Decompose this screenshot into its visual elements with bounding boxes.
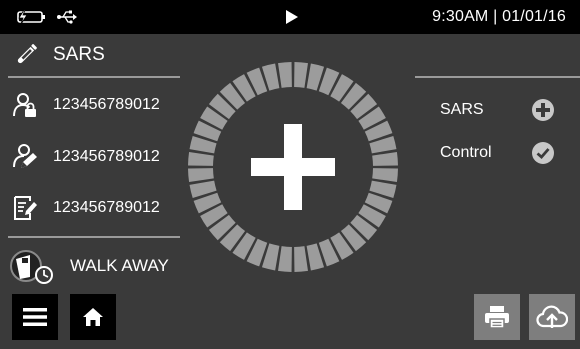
ring-segment bbox=[278, 62, 292, 88]
menu-icon bbox=[23, 308, 47, 326]
result-label-sars: SARS bbox=[440, 101, 484, 118]
cloud-upload-icon bbox=[536, 305, 568, 328]
home-icon bbox=[83, 308, 103, 326]
upload-button[interactable] bbox=[529, 294, 575, 340]
ring-segment bbox=[294, 246, 308, 272]
ring-segment bbox=[294, 62, 308, 88]
menu-button[interactable] bbox=[12, 294, 58, 340]
home-button[interactable] bbox=[70, 294, 116, 340]
valid-check-icon bbox=[532, 142, 554, 164]
ring-segment bbox=[188, 152, 214, 166]
ring-segment bbox=[372, 168, 398, 182]
plus-icon bbox=[251, 124, 335, 210]
print-button[interactable] bbox=[474, 294, 520, 340]
ring-segment bbox=[188, 168, 214, 182]
positive-plus-icon bbox=[532, 99, 554, 121]
result-label-control: Control bbox=[440, 144, 492, 161]
ring-segment bbox=[372, 152, 398, 166]
print-icon bbox=[485, 306, 509, 329]
result-screen: 9:30AM | 01/01/16 SARS 123456789012 1234… bbox=[0, 0, 580, 349]
ring-segment bbox=[278, 246, 292, 272]
